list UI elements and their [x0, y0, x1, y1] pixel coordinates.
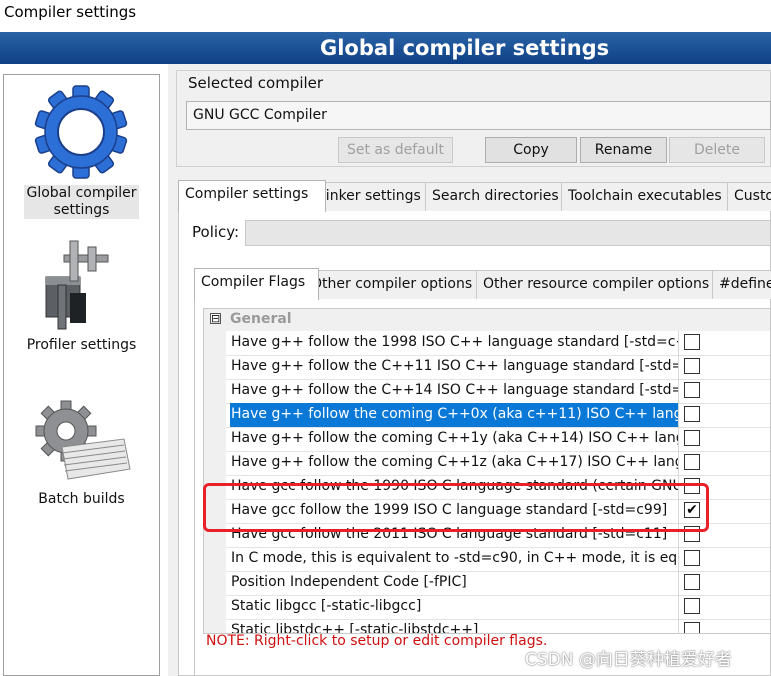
flag-row[interactable]: Have g++ follow the 1998 ISO C++ languag…: [204, 331, 770, 356]
copy-button[interactable]: Copy: [485, 137, 577, 163]
flag-row[interactable]: In C mode, this is equivalent to -std=c9…: [204, 547, 770, 572]
flag-value-cell: [678, 547, 770, 571]
flags-note: NOTE: Right-click to setup or edit compi…: [206, 633, 548, 649]
row-gutter: [204, 571, 226, 595]
caliper-icon: [45, 240, 109, 330]
flag-label: Have g++ follow the 1998 ISO C++ languag…: [231, 334, 678, 350]
banner-title: Global compiler settings: [320, 36, 610, 60]
flag-row[interactable]: Static libstdc++ [-static-libstdc++]: [204, 619, 770, 634]
tab-compiler-settings[interactable]: Compiler settings: [178, 180, 326, 212]
watermark: CSDN @向日葵种植爱好者: [525, 650, 732, 670]
flag-label: Have g++ follow the coming C++1y (aka C+…: [231, 430, 678, 446]
flag-checkbox[interactable]: [684, 622, 700, 633]
flag-value-cell: [678, 379, 770, 403]
compiler-flags-grid: ⊟ General Have g++ follow the 1998 ISO C…: [203, 308, 771, 634]
flag-label: Have g++ follow the coming C++1z (aka C+…: [231, 454, 678, 470]
row-gutter: [204, 619, 226, 633]
flag-row[interactable]: Position Independent Code [-fPIC]: [204, 571, 770, 596]
row-gutter: [204, 451, 226, 475]
tab-other-resource-compiler-options[interactable]: Other resource compiler options: [476, 270, 726, 299]
sidebar-item-label: Profiler settings: [26, 337, 137, 353]
settings-banner: Global compiler settings: [0, 32, 771, 64]
flag-checkbox[interactable]: [684, 454, 700, 470]
flag-label: Position Independent Code [-fPIC]: [231, 574, 467, 590]
flag-label: Static libgcc [-static-libgcc]: [231, 598, 422, 614]
set-as-default-button[interactable]: Set as default: [338, 137, 453, 163]
row-gutter: [204, 331, 226, 355]
flag-label: Static libstdc++ [-static-libstdc++]: [231, 622, 479, 634]
row-gutter: [204, 403, 226, 427]
collapse-icon[interactable]: ⊟: [210, 313, 221, 324]
flag-label: Have g++ follow the coming C++0x (aka c+…: [230, 403, 678, 427]
tab-toolchain-executables[interactable]: Toolchain executables: [561, 182, 741, 211]
tab-linker-settings[interactable]: Linker settings: [311, 182, 439, 211]
tab-other-compiler-options[interactable]: Other compiler options: [304, 270, 490, 299]
flag-row[interactable]: Have g++ follow the coming C++1z (aka C+…: [204, 451, 770, 476]
flag-value-cell: [678, 619, 770, 633]
flag-label: Have g++ follow the C++11 ISO C++ langua…: [231, 358, 678, 374]
flag-checkbox[interactable]: [684, 598, 700, 614]
delete-button[interactable]: Delete: [669, 137, 765, 163]
flag-checkbox[interactable]: [684, 334, 700, 350]
sidebar-item-label: Batch builds: [38, 491, 125, 507]
tab-defines[interactable]: #define: [712, 270, 771, 299]
row-gutter: [204, 595, 226, 619]
policy-select[interactable]: [245, 220, 771, 246]
flag-label: In C mode, this is equivalent to -std=c9…: [231, 550, 678, 566]
flag-value-cell: [678, 427, 770, 451]
rename-button[interactable]: Rename: [580, 137, 667, 163]
flag-row[interactable]: Have g++ follow the C++14 ISO C++ langua…: [204, 379, 770, 404]
annotation-highlight-box: [203, 483, 709, 532]
row-gutter: [204, 547, 226, 571]
flag-checkbox[interactable]: [684, 406, 700, 422]
flag-row[interactable]: Have g++ follow the coming C++0x (aka c+…: [204, 403, 770, 428]
flag-value-cell: [678, 571, 770, 595]
batch-gear-icon: [35, 400, 131, 480]
sidebar-item-label: Global compiler settings: [24, 185, 139, 219]
flag-value-cell: [678, 595, 770, 619]
flag-row[interactable]: Static libgcc [-static-libgcc]: [204, 595, 770, 620]
gear-icon: [34, 85, 128, 179]
flag-checkbox[interactable]: [684, 382, 700, 398]
policy-label: Policy:: [192, 223, 240, 241]
flag-row[interactable]: Have g++ follow the coming C++1y (aka C+…: [204, 427, 770, 452]
flag-value-cell: [678, 331, 770, 355]
flag-checkbox[interactable]: [684, 574, 700, 590]
selected-compiler-label: Selected compiler: [188, 74, 324, 92]
tab-compiler-flags[interactable]: Compiler Flags: [194, 268, 319, 300]
flag-value-cell: [678, 355, 770, 379]
window-title: Compiler settings: [4, 3, 137, 21]
row-gutter: [204, 379, 226, 403]
row-gutter: [204, 355, 226, 379]
sidebar: Global compiler settings Profiler settin…: [3, 74, 160, 676]
flag-checkbox[interactable]: [684, 550, 700, 566]
flag-value-cell: [678, 451, 770, 475]
flag-row[interactable]: Have g++ follow the C++11 ISO C++ langua…: [204, 355, 770, 380]
tab-custom-variables[interactable]: Custo: [727, 182, 771, 211]
tab-search-directories[interactable]: Search directories: [425, 182, 575, 211]
flag-checkbox[interactable]: [684, 430, 700, 446]
category-label: General: [230, 311, 292, 327]
category-row-general[interactable]: ⊟ General: [204, 309, 770, 331]
flag-checkbox[interactable]: [684, 358, 700, 374]
compiler-select[interactable]: GNU GCC Compiler: [186, 101, 771, 130]
flag-value-cell: [678, 403, 770, 427]
flag-label: Have g++ follow the C++14 ISO C++ langua…: [231, 382, 678, 398]
row-gutter: [204, 427, 226, 451]
